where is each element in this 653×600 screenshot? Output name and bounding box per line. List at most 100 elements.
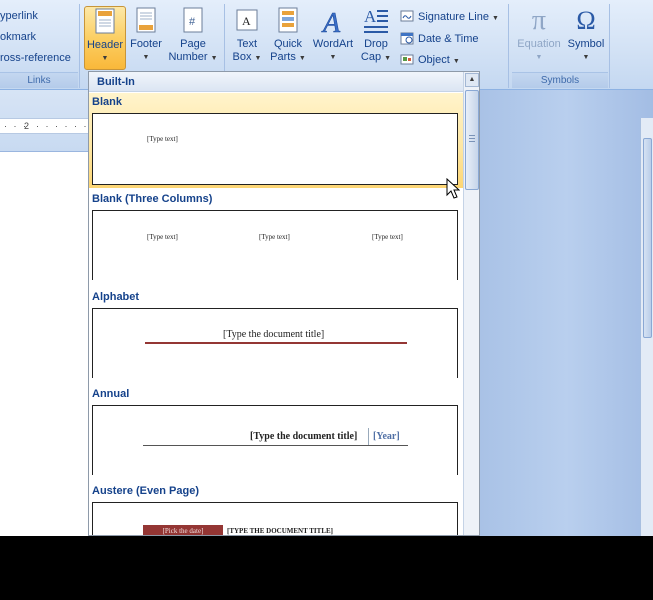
screenshot-frame: yperlink okmark ross-reference Links Hea… [0,0,653,600]
footer-button[interactable]: Footer ▼ [127,6,165,70]
drop-cap-label-line2: Cap [360,51,382,63]
signature-line-icon [400,10,414,22]
page-number-button[interactable]: # Page Number ▼ [166,6,220,70]
chevron-down-icon: ▼ [492,15,499,22]
gallery-item-blank-three-columns[interactable]: [Type text] [Type text] [Type text] [92,210,458,280]
placeholder-text: [Type text] [372,233,403,241]
wordart-icon: A [321,8,342,36]
chevron-down-icon: ▼ [384,55,392,62]
grip-icon [469,135,475,136]
signature-line-label: Signature Line [418,11,489,23]
footer-icon [136,7,156,33]
symbol-label: Symbol [567,38,605,50]
scroll-up-icon[interactable]: ▲ [465,73,479,87]
svg-text:A: A [364,7,377,26]
gallery-item-blank[interactable]: [Type text] [92,113,458,185]
chevron-down-icon: ▼ [254,55,262,62]
gallery-item-austere-even-page[interactable]: [Pick the date] [TYPE THE DOCUMENT TITLE… [92,502,458,535]
placeholder-text: [Type text] [147,233,178,241]
equation-button[interactable]: π Equation ▼ [514,6,564,70]
date-time-label: Date & Time [418,33,479,45]
chevron-down-icon: ▼ [452,58,460,65]
mouse-cursor-icon [446,178,460,199]
chevron-down-icon: ▼ [582,54,590,61]
chevron-down-icon: ▼ [210,55,218,62]
placeholder-year: [Year] [373,431,400,442]
chevron-down-icon: ▼ [142,54,150,61]
placeholder-text: [Type the document title] [223,329,325,340]
omega-icon: Ω [576,6,596,35]
quick-parts-label-line1: Quick [273,38,303,50]
quick-parts-button[interactable]: Quick Parts ▼ [268,6,308,70]
bottom-black-band [0,536,653,600]
group-separator [79,4,80,88]
header-button[interactable]: Header ▼ [84,6,126,70]
chevron-down-icon: ▼ [535,54,543,61]
cross-reference-button[interactable]: ross-reference [0,52,71,64]
gallery-item-title-blank: Blank [92,96,122,108]
chevron-down-icon: ▼ [298,55,306,62]
chevron-down-icon: ▼ [329,54,337,61]
chevron-down-icon: ▼ [101,55,109,62]
text-box-label-line1: Text [236,38,258,50]
ruler-mark: 2 [24,121,30,131]
group-separator [508,4,509,88]
horizontal-ruler[interactable]: · · · 2 · · · · · · [0,118,90,134]
page-number-icon: # [183,7,203,33]
pi-icon: π [531,5,547,36]
quick-parts-label-line2: Parts [270,51,296,63]
date-time-button[interactable]: Date & Time [400,30,479,48]
symbols-group-label: Symbols [512,72,608,88]
ruler-ticks: · · · · · · [36,121,89,131]
date-bar: [Pick the date] [143,525,223,535]
page-number-label-line2: Number [168,51,208,63]
gallery-item-annual[interactable]: [Type the document title] [Year] [92,405,458,475]
links-group-label: Links [0,72,78,88]
header-gallery-dropdown[interactable]: Built-In Blank [Type text] Blank (Three … [88,71,480,536]
gallery-item-alphabet[interactable]: [Type the document title] [92,308,458,378]
title-rule-line [145,342,407,344]
text-box-label-line2: Box [232,51,252,63]
bookmark-button[interactable]: okmark [0,31,36,43]
placeholder-text: [Type text] [259,233,290,241]
document-vertical-scrollbar[interactable] [640,118,653,536]
drop-cap-button[interactable]: A Drop Cap ▼ [358,6,394,70]
object-label: Object [418,54,450,66]
wordart-button[interactable]: A WordArt ▼ [310,6,356,70]
page-number-label-line1: Page [180,38,206,50]
scrollbar-thumb[interactable] [643,138,652,338]
placeholder-text: [Type the document title] [250,431,358,442]
text-box-button[interactable]: A Text Box ▼ [228,6,266,70]
calendar-icon [400,32,414,45]
footer-label: Footer [130,38,162,50]
quick-parts-icon [278,7,298,33]
gallery-item-title-alphabet: Alphabet [92,291,140,303]
header-label: Header [86,39,124,51]
drop-cap-icon: A [364,7,388,33]
gallery-item-title-blank-three-columns: Blank (Three Columns) [92,193,213,205]
divider [368,428,369,446]
placeholder-text: [TYPE THE DOCUMENT TITLE] [227,527,333,535]
title-rule-line [143,445,408,446]
placeholder-text: [Type text] [147,135,178,143]
drop-cap-label-line1: Drop [364,38,388,50]
workspace-background [480,90,653,536]
svg-text:A: A [321,8,341,36]
gallery-section-built-in: Built-In [89,72,463,92]
group-separator [609,4,610,88]
symbol-button[interactable]: Ω Symbol ▼ [566,6,606,70]
object-icon [400,54,414,65]
gallery-scrollbar[interactable]: ▲ [463,72,479,535]
scrollbar-thumb[interactable] [465,90,479,190]
gallery-item-title-austere-even-page: Austere (Even Page) [92,485,199,497]
wordart-label: WordArt [312,38,354,50]
svg-text:#: # [189,16,196,28]
text-box-icon: A [236,9,258,31]
object-button[interactable]: Object ▼ [400,51,460,69]
equation-label: Equation [517,38,561,50]
gallery-item-title-annual: Annual [92,388,130,400]
svg-text:A: A [242,14,251,28]
signature-line-button[interactable]: Signature Line ▼ [400,8,499,26]
header-icon [95,8,115,34]
hyperlink-button[interactable]: yperlink [0,10,38,22]
